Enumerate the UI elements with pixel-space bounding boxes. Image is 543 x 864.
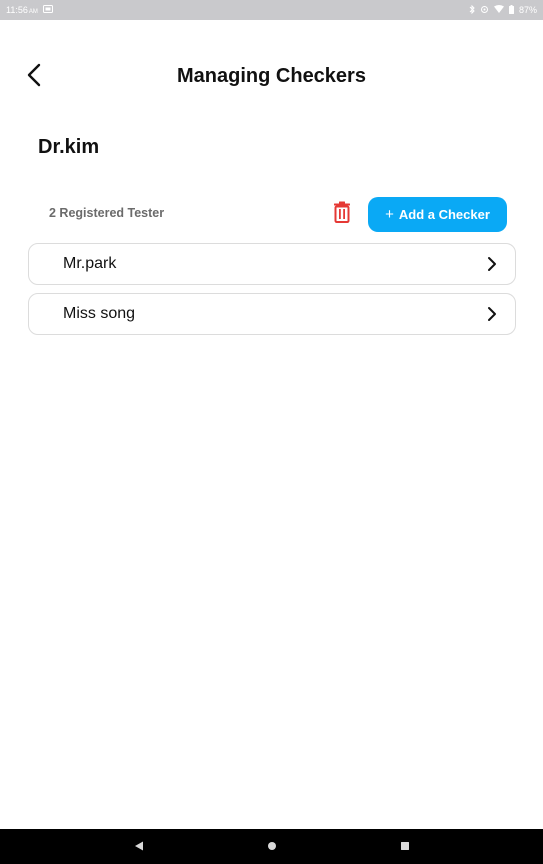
battery-percent: 87% [518, 5, 537, 15]
battery-icon [508, 4, 514, 16]
trash-icon [333, 201, 351, 228]
checker-list: Mr.park Miss song [28, 243, 516, 343]
sync-icon [480, 5, 489, 16]
status-ampm: AM [28, 9, 38, 15]
group-name: Dr.kim [38, 136, 100, 158]
nav-recents-button[interactable] [395, 837, 415, 857]
page-title: Managing Checkers [177, 65, 366, 87]
checker-name: Miss song [63, 305, 136, 322]
chevron-right-icon [485, 306, 499, 322]
add-checker-label: Add a Checker [398, 207, 490, 222]
registered-count-label: 2 Registered Tester [49, 206, 165, 220]
status-right: 87% [469, 4, 537, 16]
circle-home-icon [267, 838, 277, 856]
checker-item-mr-park[interactable]: Mr.park [28, 243, 516, 285]
status-bar: 11:56AM 87% [0, 0, 543, 20]
checker-name: Mr.park [63, 255, 117, 272]
screen: 11:56AM 87% Managing Checkers Dr.kim 2 R… [0, 0, 543, 864]
plus-icon: + [385, 206, 394, 223]
wifi-icon [493, 5, 504, 15]
nav-home-button[interactable] [262, 837, 282, 857]
navigation-bar [0, 829, 543, 864]
square-recents-icon [400, 838, 410, 856]
status-time: 11:56AM [6, 5, 38, 15]
notification-icon [42, 5, 53, 15]
nav-back-button[interactable] [129, 837, 149, 857]
add-checker-button[interactable]: + Add a Checker [368, 197, 507, 232]
delete-button[interactable] [330, 201, 354, 227]
triangle-back-icon [134, 838, 144, 856]
header: Managing Checkers [0, 55, 543, 99]
chevron-right-icon [485, 256, 499, 272]
checker-item-miss-song[interactable]: Miss song [28, 293, 516, 335]
status-left: 11:56AM [6, 5, 53, 15]
bluetooth-icon [469, 4, 475, 16]
